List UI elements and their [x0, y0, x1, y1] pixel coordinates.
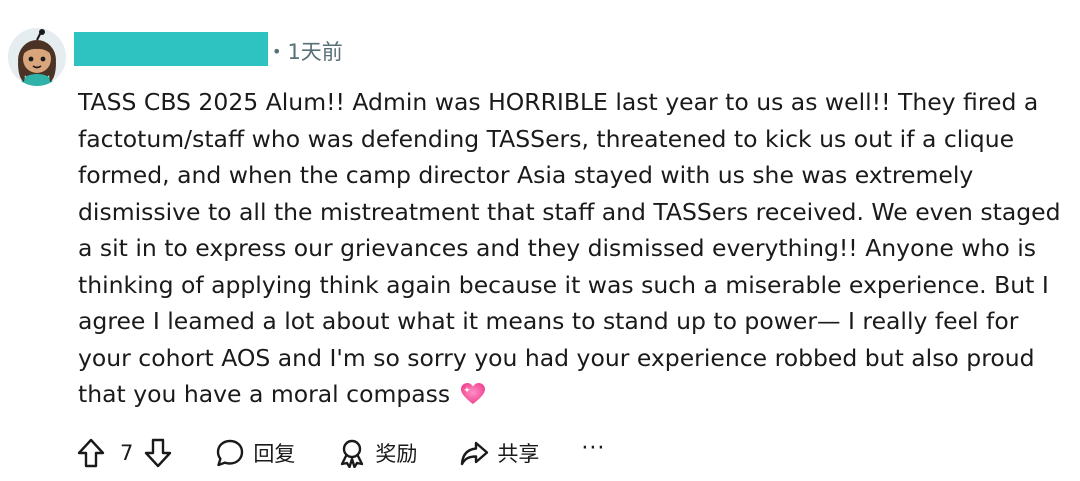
more-options-button[interactable]: ··· — [581, 438, 605, 468]
share-label: 共享 — [497, 442, 540, 466]
comment: • 1天前 TASS CBS 2025 Alum!! Admin was HOR… — [0, 0, 1080, 481]
comment-text: TASS CBS 2025 Alum!! Admin was HORRIBLE … — [78, 88, 1061, 408]
award-button[interactable]: 奖励 — [337, 438, 417, 468]
downvote-button[interactable] — [143, 437, 173, 469]
sparkling-heart-icon — [460, 380, 486, 417]
username-redacted[interactable] — [74, 32, 268, 66]
meta-separator: • — [272, 41, 282, 61]
upvote-arrow-icon — [77, 438, 105, 468]
award-label: 奖励 — [375, 442, 418, 466]
comment-timestamp: 1天前 — [287, 40, 343, 64]
comment-meta: • 1天前 — [272, 34, 343, 68]
share-arrow-icon — [461, 441, 489, 466]
comment-body: TASS CBS 2025 Alum!! Admin was HORRIBLE … — [78, 84, 1068, 417]
share-button[interactable]: 共享 — [459, 438, 539, 468]
reply-label: 回复 — [253, 442, 296, 466]
comment-actions: 7 回复 奖励 共享 ··· — [76, 433, 605, 473]
upvote-button[interactable] — [76, 437, 106, 469]
comment-bubble-icon — [217, 439, 244, 467]
downvote-arrow-icon — [145, 438, 172, 468]
avatar-illustration — [8, 28, 66, 86]
user-avatar[interactable] — [8, 28, 66, 86]
vote-count: 7 — [120, 441, 134, 465]
reply-button[interactable]: 回复 — [215, 438, 295, 468]
award-icon — [341, 439, 364, 468]
